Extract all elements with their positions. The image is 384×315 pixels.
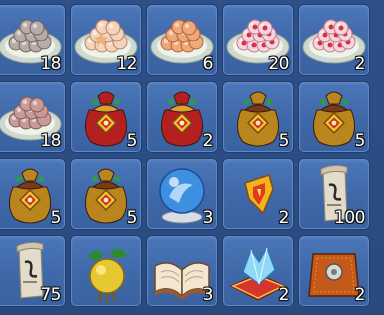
item-quantity: 75: [40, 285, 61, 305]
inventory-slot[interactable]: 12: [71, 5, 141, 75]
inventory-slot[interactable]: 18: [0, 5, 65, 75]
golden-fruit-icon: [89, 248, 127, 303]
inventory-slot[interactable]: 5: [299, 82, 369, 152]
inventory-grid: 18 12 6 20 2 18 5 2 5 5 5 5 3 2 100 75 3 2 2: [0, 0, 384, 315]
item-quantity: 100: [334, 208, 365, 228]
item-quantity: 6: [202, 54, 214, 74]
item-quantity: 2: [354, 285, 366, 305]
item-quantity: 5: [354, 131, 366, 151]
item-quantity: 5: [126, 208, 138, 228]
item-quantity: 12: [116, 54, 137, 74]
item-quantity: 20: [268, 54, 289, 74]
inventory-slot[interactable]: 20: [223, 5, 293, 75]
inventory-slot[interactable]: 18: [0, 82, 65, 152]
item-quantity: 18: [40, 54, 61, 74]
item-quantity: 5: [50, 208, 62, 228]
item-quantity: 2: [278, 285, 290, 305]
inventory-slot[interactable]: 2: [223, 159, 293, 229]
item-quantity: 3: [202, 285, 214, 305]
inventory-slot[interactable]: 5: [71, 159, 141, 229]
inventory-slot[interactable]: 2: [299, 5, 369, 75]
item-quantity: 2: [202, 131, 214, 151]
inventory-slot[interactable]: 75: [0, 236, 65, 306]
item-quantity: 18: [40, 131, 61, 151]
inventory-slot[interactable]: 100: [299, 159, 369, 229]
item-quantity: 2: [354, 54, 366, 74]
inventory-slot[interactable]: 5: [223, 82, 293, 152]
inventory-slot[interactable]: 2: [299, 236, 369, 306]
inventory-slot[interactable]: 5: [71, 82, 141, 152]
item-quantity: 2: [278, 208, 290, 228]
inventory-slot[interactable]: 2: [223, 236, 293, 306]
item-quantity: 5: [278, 131, 290, 151]
inventory-slot[interactable]: 6: [147, 5, 217, 75]
inventory-slot[interactable]: 5: [0, 159, 65, 229]
inventory-slot[interactable]: [71, 236, 141, 306]
inventory-slot[interactable]: 2: [147, 82, 217, 152]
inventory-slot[interactable]: 3: [147, 159, 217, 229]
inventory-slot[interactable]: 3: [147, 236, 217, 306]
item-quantity: 5: [126, 131, 138, 151]
item-quantity: 3: [202, 208, 214, 228]
